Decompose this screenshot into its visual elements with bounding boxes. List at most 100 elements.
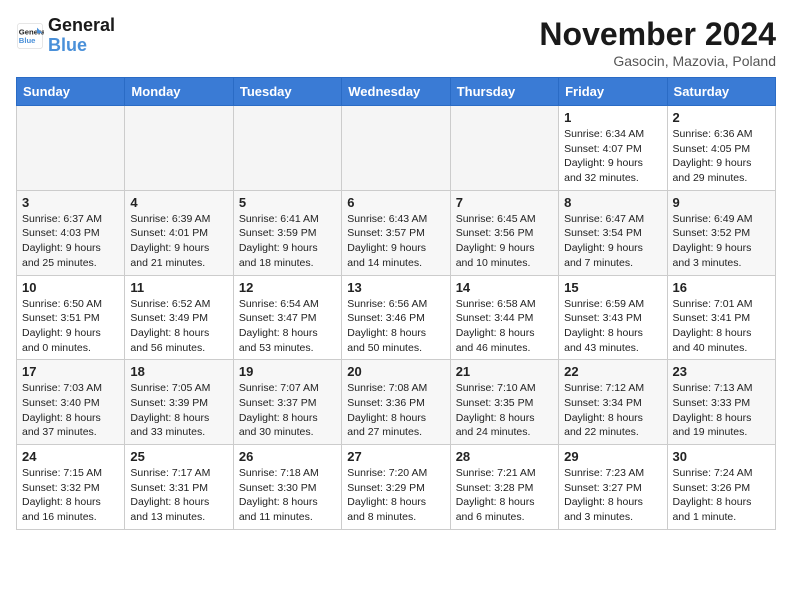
day-detail: Sunrise: 7:23 AM Sunset: 3:27 PM Dayligh… [564, 466, 661, 525]
week-row-1: 1 Sunrise: 6:34 AM Sunset: 4:07 PM Daylig… [17, 106, 776, 191]
day-number: 27 [347, 449, 444, 464]
header-cell-tuesday: Tuesday [233, 78, 341, 106]
day-cell: 3 Sunrise: 6:37 AM Sunset: 4:03 PM Daylig… [17, 190, 125, 275]
day-number: 12 [239, 280, 336, 295]
day-number: 28 [456, 449, 553, 464]
day-number: 2 [673, 110, 770, 125]
day-cell: 28 Sunrise: 7:21 AM Sunset: 3:28 PM Dayli… [450, 445, 558, 530]
day-number: 9 [673, 195, 770, 210]
day-detail: Sunrise: 6:52 AM Sunset: 3:49 PM Dayligh… [130, 297, 227, 356]
svg-text:Blue: Blue [19, 36, 36, 45]
day-number: 29 [564, 449, 661, 464]
day-cell [342, 106, 450, 191]
day-cell: 20 Sunrise: 7:08 AM Sunset: 3:36 PM Dayli… [342, 360, 450, 445]
day-cell: 1 Sunrise: 6:34 AM Sunset: 4:07 PM Daylig… [559, 106, 667, 191]
day-number: 7 [456, 195, 553, 210]
day-cell: 19Sunrise: 7:07 AM Sunset: 3:37 PM Dayli… [233, 360, 341, 445]
day-detail: Sunrise: 6:59 AM Sunset: 3:43 PM Dayligh… [564, 297, 661, 356]
day-detail: Sunrise: 6:39 AM Sunset: 4:01 PM Dayligh… [130, 212, 227, 271]
day-cell [233, 106, 341, 191]
day-number: 22 [564, 364, 661, 379]
day-detail: Sunrise: 7:12 AM Sunset: 3:34 PM Dayligh… [564, 381, 661, 440]
day-number: 4 [130, 195, 227, 210]
calendar-table: SundayMondayTuesdayWednesdayThursdayFrid… [16, 77, 776, 530]
day-cell: 29 Sunrise: 7:23 AM Sunset: 3:27 PM Dayli… [559, 445, 667, 530]
title-area: November 2024 Gasocin, Mazovia, Poland [539, 16, 776, 69]
week-row-3: 10Sunrise: 6:50 AM Sunset: 3:51 PM Dayli… [17, 275, 776, 360]
day-number: 14 [456, 280, 553, 295]
day-cell: 16 Sunrise: 7:01 AM Sunset: 3:41 PM Dayli… [667, 275, 775, 360]
week-row-4: 17 Sunrise: 7:03 AM Sunset: 3:40 PM Dayli… [17, 360, 776, 445]
logo-icon: General Blue [16, 22, 44, 50]
day-number: 15 [564, 280, 661, 295]
day-cell: 14 Sunrise: 6:58 AM Sunset: 3:44 PM Dayli… [450, 275, 558, 360]
day-number: 24 [22, 449, 119, 464]
header-cell-saturday: Saturday [667, 78, 775, 106]
day-detail: Sunrise: 6:36 AM Sunset: 4:05 PM Dayligh… [673, 127, 770, 186]
subtitle: Gasocin, Mazovia, Poland [539, 53, 776, 69]
day-cell: 18Sunrise: 7:05 AM Sunset: 3:39 PM Dayli… [125, 360, 233, 445]
day-cell [125, 106, 233, 191]
day-number: 25 [130, 449, 227, 464]
header-cell-monday: Monday [125, 78, 233, 106]
day-cell: 13 Sunrise: 6:56 AM Sunset: 3:46 PM Dayli… [342, 275, 450, 360]
header: General Blue General Blue November 2024 … [16, 16, 776, 69]
day-cell: 27Sunrise: 7:20 AM Sunset: 3:29 PM Dayli… [342, 445, 450, 530]
day-detail: Sunrise: 6:45 AM Sunset: 3:56 PM Dayligh… [456, 212, 553, 271]
header-cell-wednesday: Wednesday [342, 78, 450, 106]
day-detail: Sunrise: 6:47 AM Sunset: 3:54 PM Dayligh… [564, 212, 661, 271]
day-detail: Sunrise: 7:18 AM Sunset: 3:30 PM Dayligh… [239, 466, 336, 525]
header-cell-friday: Friday [559, 78, 667, 106]
day-cell: 5 Sunrise: 6:41 AM Sunset: 3:59 PM Daylig… [233, 190, 341, 275]
day-number: 16 [673, 280, 770, 295]
day-detail: Sunrise: 7:17 AM Sunset: 3:31 PM Dayligh… [130, 466, 227, 525]
day-cell: 8 Sunrise: 6:47 AM Sunset: 3:54 PM Daylig… [559, 190, 667, 275]
day-detail: Sunrise: 7:03 AM Sunset: 3:40 PM Dayligh… [22, 381, 119, 440]
day-detail: Sunrise: 6:34 AM Sunset: 4:07 PM Dayligh… [564, 127, 661, 186]
day-detail: Sunrise: 7:08 AM Sunset: 3:36 PM Dayligh… [347, 381, 444, 440]
day-cell: 12 Sunrise: 6:54 AM Sunset: 3:47 PM Dayli… [233, 275, 341, 360]
day-detail: Sunrise: 7:01 AM Sunset: 3:41 PM Dayligh… [673, 297, 770, 356]
month-title: November 2024 [539, 16, 776, 53]
day-cell: 2 Sunrise: 6:36 AM Sunset: 4:05 PM Daylig… [667, 106, 775, 191]
day-number: 18 [130, 364, 227, 379]
day-detail: Sunrise: 6:54 AM Sunset: 3:47 PM Dayligh… [239, 297, 336, 356]
day-cell: 4 Sunrise: 6:39 AM Sunset: 4:01 PM Daylig… [125, 190, 233, 275]
day-cell: 17 Sunrise: 7:03 AM Sunset: 3:40 PM Dayli… [17, 360, 125, 445]
day-cell: 11Sunrise: 6:52 AM Sunset: 3:49 PM Dayli… [125, 275, 233, 360]
day-detail: Sunrise: 6:58 AM Sunset: 3:44 PM Dayligh… [456, 297, 553, 356]
day-number: 21 [456, 364, 553, 379]
day-cell: 15 Sunrise: 6:59 AM Sunset: 3:43 PM Dayli… [559, 275, 667, 360]
logo: General Blue General Blue [16, 16, 115, 56]
day-cell: 6 Sunrise: 6:43 AM Sunset: 3:57 PM Daylig… [342, 190, 450, 275]
day-cell: 9 Sunrise: 6:49 AM Sunset: 3:52 PM Daylig… [667, 190, 775, 275]
logo-text: General Blue [48, 16, 115, 56]
day-number: 6 [347, 195, 444, 210]
header-cell-thursday: Thursday [450, 78, 558, 106]
day-number: 23 [673, 364, 770, 379]
day-detail: Sunrise: 6:43 AM Sunset: 3:57 PM Dayligh… [347, 212, 444, 271]
day-detail: Sunrise: 7:21 AM Sunset: 3:28 PM Dayligh… [456, 466, 553, 525]
day-detail: Sunrise: 7:24 AM Sunset: 3:26 PM Dayligh… [673, 466, 770, 525]
header-row: SundayMondayTuesdayWednesdayThursdayFrid… [17, 78, 776, 106]
day-number: 30 [673, 449, 770, 464]
day-number: 13 [347, 280, 444, 295]
day-number: 20 [347, 364, 444, 379]
day-detail: Sunrise: 6:41 AM Sunset: 3:59 PM Dayligh… [239, 212, 336, 271]
day-number: 3 [22, 195, 119, 210]
day-detail: Sunrise: 6:49 AM Sunset: 3:52 PM Dayligh… [673, 212, 770, 271]
week-row-2: 3 Sunrise: 6:37 AM Sunset: 4:03 PM Daylig… [17, 190, 776, 275]
day-detail: Sunrise: 6:56 AM Sunset: 3:46 PM Dayligh… [347, 297, 444, 356]
day-detail: Sunrise: 6:37 AM Sunset: 4:03 PM Dayligh… [22, 212, 119, 271]
day-detail: Sunrise: 7:07 AM Sunset: 3:37 PM Dayligh… [239, 381, 336, 440]
day-cell [450, 106, 558, 191]
day-cell: 23Sunrise: 7:13 AM Sunset: 3:33 PM Dayli… [667, 360, 775, 445]
day-cell: 22 Sunrise: 7:12 AM Sunset: 3:34 PM Dayli… [559, 360, 667, 445]
day-number: 5 [239, 195, 336, 210]
day-cell [17, 106, 125, 191]
day-number: 8 [564, 195, 661, 210]
day-number: 1 [564, 110, 661, 125]
day-number: 17 [22, 364, 119, 379]
header-cell-sunday: Sunday [17, 78, 125, 106]
day-cell: 7 Sunrise: 6:45 AM Sunset: 3:56 PM Daylig… [450, 190, 558, 275]
